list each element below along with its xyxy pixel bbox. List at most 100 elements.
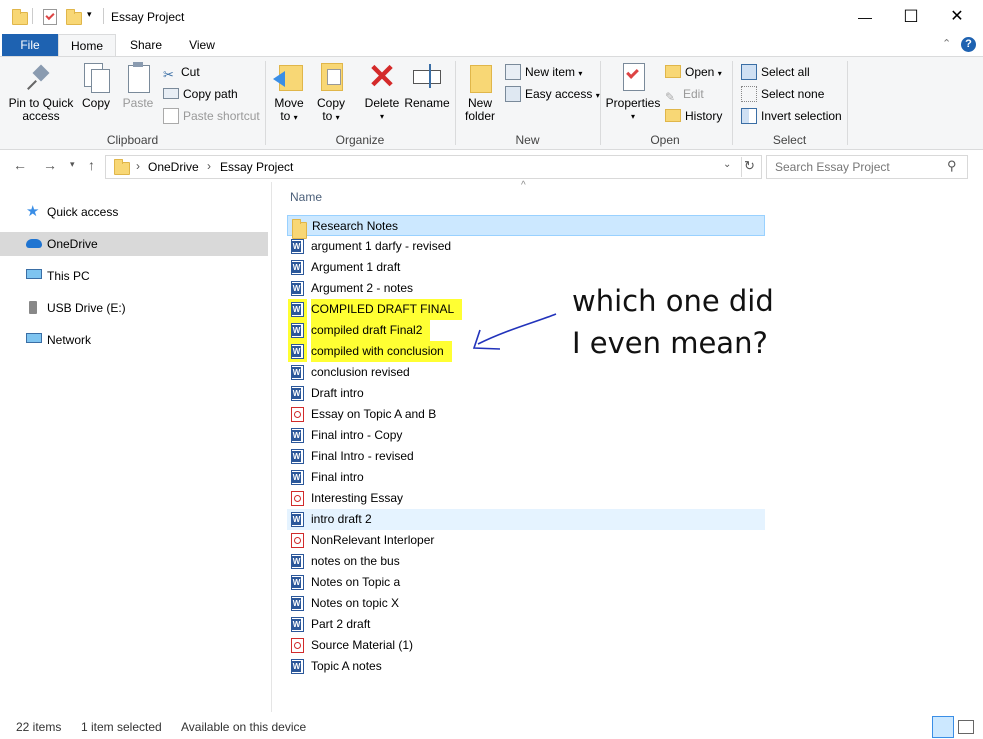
sort-ascending-icon: ^ xyxy=(521,180,526,191)
file-row[interactable]: Argument 1 draft xyxy=(287,257,765,278)
group-label-select: Select xyxy=(772,133,807,147)
file-row[interactable]: Notes on Topic a xyxy=(287,572,765,593)
file-row[interactable]: Notes on topic X xyxy=(287,593,765,614)
nav-label: OneDrive xyxy=(47,237,98,251)
forward-arrow-icon[interactable]: → xyxy=(43,157,57,173)
file-row[interactable]: Part 2 draft xyxy=(287,614,765,635)
pin-label-2: access xyxy=(22,109,60,123)
cut-label: Cut xyxy=(181,65,200,79)
file-row[interactable]: intro draft 2 xyxy=(287,509,765,530)
close-button[interactable]: ✕ xyxy=(934,0,980,34)
breadcrumb-onedrive[interactable]: OneDrive xyxy=(148,160,199,174)
folder-icon xyxy=(114,159,130,175)
tab-share[interactable]: Share xyxy=(118,34,174,56)
chevron-up-icon[interactable]: ⌃ xyxy=(942,37,951,50)
properties-quick-icon[interactable] xyxy=(43,9,57,25)
dropdown-arrow-icon: ▾ xyxy=(578,69,583,78)
up-arrow-icon[interactable]: ↑ xyxy=(88,157,95,173)
nav-item-this-pc[interactable]: This PC xyxy=(0,264,268,288)
file-name: Interesting Essay xyxy=(311,491,404,505)
move-to-button[interactable]: Move to ▾ xyxy=(270,61,308,124)
open-button[interactable]: Open ▾ xyxy=(665,62,722,82)
refresh-icon[interactable]: ↻ xyxy=(744,158,755,174)
nav-item-network[interactable]: Network xyxy=(0,328,268,352)
dropdown-arrow-icon: ▾ xyxy=(335,113,340,122)
word-document-icon xyxy=(291,302,304,317)
file-row[interactable]: notes on the bus xyxy=(287,551,765,572)
delete-button[interactable]: ✕ Delete ▾ xyxy=(362,60,402,123)
new-folder-quick-icon[interactable] xyxy=(66,9,82,25)
rename-button[interactable]: Rename xyxy=(404,61,450,110)
dropdown-arrow-icon: ▾ xyxy=(293,113,298,122)
column-header-name[interactable]: Name xyxy=(290,190,322,204)
copy-to-button[interactable]: Copy to ▾ xyxy=(312,61,350,124)
breadcrumb-essay-project[interactable]: Essay Project xyxy=(220,160,293,174)
title-bar: ▾ Essay Project — ☐ ✕ xyxy=(0,0,983,34)
divider xyxy=(32,8,33,24)
file-row[interactable]: NonRelevant Interloper xyxy=(287,530,765,551)
search-icon[interactable]: ⚲ xyxy=(947,158,957,174)
nav-label: This PC xyxy=(47,269,90,283)
pin-to-quick-access-button[interactable]: Pin to Quick access xyxy=(6,61,76,123)
breadcrumb-separator-icon: › xyxy=(136,159,140,173)
paste-button[interactable]: Paste xyxy=(118,61,158,110)
nav-item-quick-access[interactable]: ★ Quick access xyxy=(0,200,268,224)
help-icon[interactable]: ? xyxy=(961,37,976,52)
select-all-icon xyxy=(741,63,757,80)
file-row[interactable]: conclusion revised xyxy=(287,362,765,383)
word-document-icon xyxy=(291,260,304,275)
new-folder-button[interactable]: New folder xyxy=(460,61,500,123)
edit-button[interactable]: ✎ Edit xyxy=(665,84,704,104)
delete-label: Delete xyxy=(364,96,400,110)
back-arrow-icon[interactable]: ← xyxy=(13,157,27,173)
pdf-file-icon xyxy=(291,638,304,653)
computer-icon xyxy=(26,269,42,279)
paste-shortcut-button[interactable]: Paste shortcut xyxy=(163,106,260,126)
file-row[interactable]: Interesting Essay xyxy=(287,488,765,509)
invert-selection-icon xyxy=(741,107,757,124)
folder-icon xyxy=(12,9,28,25)
customize-toolbar-icon[interactable]: ▾ xyxy=(87,9,92,20)
copy-label: Copy xyxy=(81,96,110,110)
copy-to-label-2: to xyxy=(322,109,333,123)
history-button[interactable]: History xyxy=(665,106,722,126)
file-row[interactable]: Final Intro - revised xyxy=(287,446,765,467)
easy-access-button[interactable]: Easy access ▾ xyxy=(505,84,600,104)
folder-row[interactable]: Research Notes xyxy=(287,215,765,239)
search-box[interactable]: Search Essay Project ⚲ xyxy=(766,155,968,179)
copy-button[interactable]: Copy xyxy=(78,61,114,110)
tab-file[interactable]: File xyxy=(2,34,58,56)
file-row[interactable]: Essay on Topic A and B xyxy=(287,404,765,425)
file-row[interactable]: Final intro - Copy xyxy=(287,425,765,446)
recent-locations-icon[interactable]: ▾ xyxy=(70,159,75,170)
maximize-button[interactable]: ☐ xyxy=(888,0,934,34)
select-all-button[interactable]: Select all xyxy=(741,62,810,82)
easy-access-label: Easy access xyxy=(525,87,593,101)
large-icons-view-icon[interactable] xyxy=(958,720,974,734)
tab-view[interactable]: View xyxy=(174,34,230,56)
select-none-button[interactable]: Select none xyxy=(741,84,824,104)
new-item-button[interactable]: New item ▾ xyxy=(505,62,582,82)
search-input[interactable]: Search Essay Project xyxy=(775,160,890,174)
word-document-icon xyxy=(291,239,304,254)
file-row[interactable]: argument 1 darfy - revised xyxy=(287,236,765,257)
properties-button[interactable]: Properties ▾ xyxy=(604,61,662,123)
minimize-button[interactable]: — xyxy=(842,0,888,34)
file-row[interactable]: Draft intro xyxy=(287,383,765,404)
file-row[interactable]: Final intro xyxy=(287,467,765,488)
details-view-icon[interactable] xyxy=(932,716,954,738)
nav-item-usb-drive[interactable]: USB Drive (E:) xyxy=(0,296,268,320)
address-dropdown-icon[interactable]: ⌄ xyxy=(723,159,731,170)
file-row[interactable]: Source Material (1) xyxy=(287,635,765,656)
invert-selection-button[interactable]: Invert selection xyxy=(741,106,842,126)
address-bar[interactable]: › OneDrive › Essay Project ⌄ ↻ xyxy=(105,155,762,179)
new-folder-icon xyxy=(464,61,496,93)
properties-icon xyxy=(617,61,649,93)
tab-home[interactable]: Home xyxy=(58,34,116,57)
copy-path-button[interactable]: Copy path xyxy=(163,84,238,104)
nav-item-onedrive[interactable]: OneDrive xyxy=(0,232,268,256)
file-row[interactable]: Topic A notes xyxy=(287,656,765,677)
group-label-open: Open xyxy=(650,133,680,147)
cut-button[interactable]: ✂ Cut xyxy=(163,62,200,82)
copy-to-icon xyxy=(315,61,347,93)
